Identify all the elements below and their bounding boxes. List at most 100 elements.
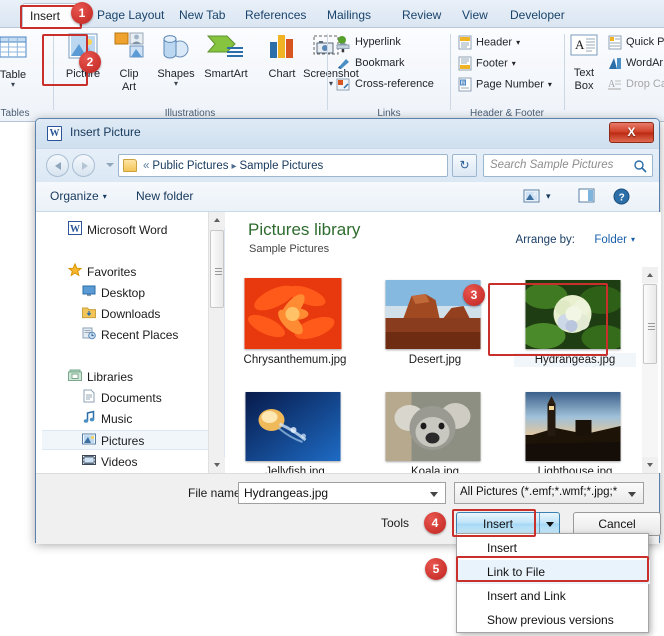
nav-scroll-up-button[interactable] (209, 212, 225, 228)
annotation-box-insert-button (452, 509, 536, 537)
back-button[interactable] (46, 154, 69, 177)
preview-pane-icon[interactable] (578, 188, 596, 204)
footer-button[interactable]: Footer ▾ (458, 55, 516, 72)
menu-item-insert-and-link[interactable]: Insert and Link (457, 584, 650, 608)
table-button[interactable]: Table ▾ (0, 33, 41, 89)
header-icon (458, 35, 472, 50)
svg-text:A: A (608, 79, 616, 90)
quick-parts-button[interactable]: Quick Pa (608, 34, 664, 51)
smartart-button[interactable]: SmartArt (195, 32, 257, 80)
help-icon[interactable]: ? (613, 188, 630, 205)
file-list-scrollbar[interactable] (642, 267, 658, 473)
address-bar[interactable]: «Public Pictures ▸ Sample Pictures (118, 154, 448, 177)
shapes-icon (163, 35, 189, 59)
new-folder-button[interactable]: New folder (136, 189, 193, 203)
file-scroll-down-button[interactable] (642, 457, 658, 473)
tab-references[interactable]: References (238, 3, 313, 27)
nav-label-documents: Documents (101, 391, 162, 405)
file-name-value: Hydrangeas.jpg (244, 486, 329, 500)
header-button[interactable]: Header ▾ (458, 34, 520, 51)
tab-page-layout[interactable]: Page Layout (90, 3, 171, 27)
file-scroll-up-button[interactable] (642, 267, 658, 283)
refresh-button[interactable]: ↻ (452, 154, 477, 177)
tab-view-label: View (462, 8, 488, 22)
tab-mailings[interactable]: Mailings (320, 3, 378, 27)
forward-button[interactable] (72, 154, 95, 177)
badge-4: 4 (424, 512, 446, 534)
grip-line (215, 268, 222, 269)
search-input[interactable]: Search Sample Pictures (490, 159, 613, 171)
svg-text:?: ? (619, 192, 625, 203)
nav-item-downloads[interactable]: Downloads (82, 304, 160, 324)
nav-item-documents[interactable]: Documents (82, 388, 162, 408)
breadcrumb-crumb-1[interactable]: Public Pictures (152, 160, 228, 172)
view-mode-icon[interactable] (523, 188, 541, 204)
page-number-button[interactable]: # Page Number ▾ (458, 76, 552, 93)
smartart-icon (206, 35, 243, 57)
nav-item-microsoft-word[interactable]: W Microsoft Word (68, 220, 167, 240)
nav-item-recent-places[interactable]: Recent Places (82, 325, 178, 345)
file-type-dropdown-icon[interactable] (628, 492, 636, 497)
file-name-dropdown-icon[interactable] (430, 492, 438, 497)
bookmark-button[interactable]: Bookmark (336, 55, 405, 72)
arrange-by-value-label: Folder (594, 234, 627, 246)
nav-item-videos[interactable]: Videos (82, 452, 137, 472)
tab-new-tab[interactable]: New Tab (172, 3, 232, 27)
nav-pane-scrollbar[interactable] (208, 212, 225, 473)
view-mode-caret-icon[interactable]: ▾ (546, 191, 551, 202)
nav-item-music[interactable]: Music (82, 409, 132, 429)
thumbnail-wrapper (234, 379, 352, 461)
tab-references-label: References (245, 8, 307, 22)
file-scroll-thumb[interactable] (643, 284, 657, 364)
dialog-title-bar[interactable]: W Insert Picture X (36, 119, 659, 149)
history-dropdown-icon[interactable] (106, 163, 114, 167)
search-box[interactable]: Search Sample Pictures (483, 154, 653, 177)
ribbon-content: Table ▾ Tables Picture Clip Art Shapes ▾… (0, 28, 664, 121)
close-icon[interactable]: X (609, 122, 654, 143)
nav-label-recent-places: Recent Places (101, 328, 179, 342)
file-type-select[interactable]: All Pictures (*.emf;*.wmf;*.jpg;* (454, 482, 644, 504)
tab-view[interactable]: View (455, 3, 495, 27)
file-label-desert: Desert.jpg (408, 354, 462, 366)
tools-button[interactable]: Tools (381, 516, 409, 530)
breadcrumb-separator-1: ▸ (231, 161, 237, 172)
breadcrumb-chevrons[interactable]: « (143, 160, 149, 172)
file-label-chrysanthemum: Chrysanthemum.jpg (243, 354, 347, 366)
nav-scroll-thumb[interactable] (210, 230, 224, 308)
grip-line (215, 271, 222, 272)
chevron-up-icon (214, 218, 220, 222)
thumbnail-wrapper (514, 379, 632, 461)
group-divider-2 (327, 34, 328, 110)
header-label: Header (476, 36, 513, 49)
shapes-caret-icon: ▾ (173, 79, 178, 88)
nav-item-favorites[interactable]: Favorites (67, 262, 136, 282)
nav-label-downloads: Downloads (101, 307, 161, 321)
nav-label-music: Music (101, 412, 133, 426)
tab-developer[interactable]: Developer (503, 3, 572, 27)
breadcrumb-crumb-2[interactable]: Sample Pictures (240, 160, 324, 172)
badge-5: 5 (425, 558, 447, 580)
nav-item-libraries[interactable]: Libraries (68, 367, 133, 387)
tab-review[interactable]: Review (395, 3, 448, 27)
text-box-button[interactable]: A Text Box (562, 33, 606, 92)
nav-item-pictures[interactable]: Pictures (42, 430, 208, 450)
breadcrumb: «Public Pictures ▸ Sample Pictures (143, 158, 323, 175)
cross-reference-button[interactable]: Cross-reference (336, 76, 434, 93)
text-box-label-2: Box (574, 80, 594, 92)
menu-item-show-previous-versions[interactable]: Show previous versions (457, 608, 650, 632)
file-name-input[interactable]: Hydrangeas.jpg (238, 482, 446, 504)
nav-item-desktop[interactable]: Desktop (82, 283, 145, 303)
insert-split-dropdown[interactable] (539, 513, 559, 535)
file-type-value: All Pictures (*.emf;*.wmf;*.jpg;* (460, 486, 618, 498)
cross-reference-label: Cross-reference (355, 78, 434, 90)
wordart-button[interactable]: WordAr (608, 55, 663, 72)
hyperlink-button[interactable]: Hyperlink (336, 34, 401, 51)
clip-art-icon (114, 32, 144, 58)
address-bar-row: «Public Pictures ▸ Sample Pictures ↻ Searc… (36, 149, 659, 182)
arrange-by-value[interactable]: Folder ▾ (594, 234, 635, 246)
arrange-by-label: Arrange by: (515, 234, 575, 246)
organize-button[interactable]: Organize ▾ (50, 189, 107, 203)
organize-label: Organize (50, 189, 99, 203)
table-caret-icon: ▾ (10, 80, 15, 89)
nav-scroll-down-button[interactable] (209, 457, 225, 473)
